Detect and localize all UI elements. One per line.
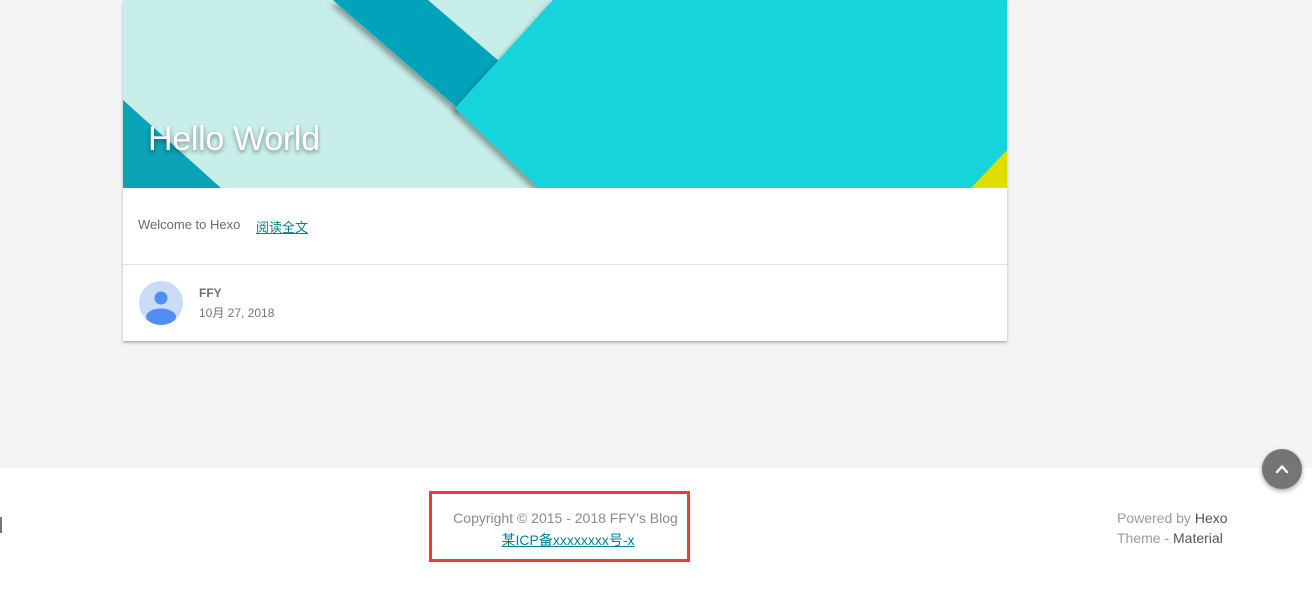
material-theme-link[interactable]: Material (1173, 530, 1223, 546)
powered-by: Powered by Hexo (1117, 510, 1228, 526)
post-title[interactable]: Hello World (148, 120, 320, 159)
person-avatar-icon (146, 291, 176, 325)
theme-credit: Theme - Material (1117, 530, 1223, 546)
hexo-link[interactable]: Hexo (1195, 510, 1228, 526)
banner-background (123, 0, 1007, 188)
highlight-box (429, 491, 690, 562)
read-more-link[interactable]: 阅读全文 (256, 217, 308, 236)
theme-prefix: Theme - (1117, 530, 1174, 546)
author-name: FFY (199, 286, 222, 300)
site-footer: Copyright © 2015 - 2018 FFY's Blog 某ICP备… (0, 468, 1312, 589)
powered-prefix: Powered by (1117, 510, 1195, 526)
card-divider (123, 264, 1007, 265)
icp-link[interactable]: 某ICP备xxxxxxxx号-x (0, 530, 1136, 550)
back-to-top-button[interactable] (1262, 449, 1302, 489)
post-card: Hello World Welcome to Hexo 阅读全文 FFY 10月… (123, 0, 1007, 341)
post-date: 10月 27, 2018 (199, 306, 275, 320)
avatar[interactable] (139, 281, 183, 325)
post-excerpt: Welcome to Hexo (138, 217, 241, 232)
copyright-text: Copyright © 2015 - 2018 FFY's Blog (453, 510, 678, 526)
post-banner[interactable]: Hello World (123, 0, 1007, 188)
chevron-up-icon (1275, 465, 1289, 474)
